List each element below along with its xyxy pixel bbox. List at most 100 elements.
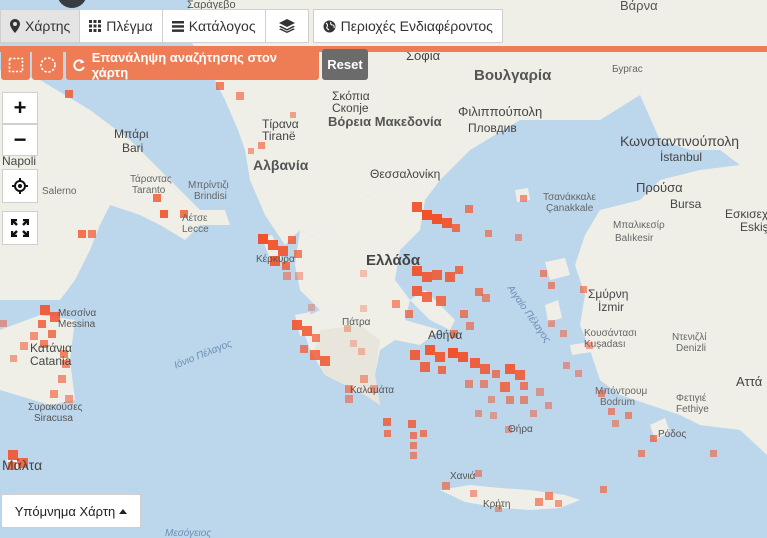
occurrence-cell[interactable]	[455, 266, 463, 274]
occurrence-cell[interactable]	[405, 310, 413, 318]
tab-list[interactable]: Κατάλογος	[161, 9, 266, 43]
occurrence-cell[interactable]	[535, 498, 543, 506]
occurrence-cell[interactable]	[520, 195, 527, 202]
occurrence-cell[interactable]	[78, 230, 86, 238]
occurrence-cell[interactable]	[308, 304, 315, 311]
occurrence-cell[interactable]	[458, 352, 468, 362]
occurrence-cell[interactable]	[360, 375, 368, 383]
occurrence-cell[interactable]	[470, 490, 477, 497]
occurrence-cell[interactable]	[420, 430, 427, 437]
occurrence-cell[interactable]	[515, 370, 525, 380]
occurrence-cell[interactable]	[515, 234, 522, 241]
occurrence-cell[interactable]	[65, 90, 73, 98]
occurrence-cell[interactable]	[448, 348, 458, 358]
occurrence-cell[interactable]	[422, 210, 432, 220]
occurrence-cell[interactable]	[475, 288, 483, 296]
occurrence-cell[interactable]	[545, 402, 552, 409]
occurrence-cell[interactable]	[638, 450, 645, 457]
occurrence-cell[interactable]	[422, 272, 432, 282]
occurrence-cell[interactable]	[442, 482, 450, 490]
occurrence-cell[interactable]	[48, 330, 56, 338]
occurrence-cell[interactable]	[422, 292, 432, 302]
occurrence-cell[interactable]	[490, 412, 497, 419]
occurrence-cell[interactable]	[350, 340, 357, 347]
occurrence-cell[interactable]	[392, 300, 400, 308]
occurrence-cell[interactable]	[412, 202, 422, 212]
occurrence-cell[interactable]	[358, 348, 365, 355]
map-legend-button[interactable]: Υπόμνημα Χάρτη	[1, 494, 141, 528]
occurrence-cell[interactable]	[383, 418, 391, 426]
occurrence-cell[interactable]	[548, 282, 555, 289]
occurrence-cell[interactable]	[20, 342, 28, 350]
tab-grid[interactable]: Πλέγμα	[79, 9, 163, 43]
occurrence-cell[interactable]	[384, 430, 391, 437]
occurrence-cell[interactable]	[442, 218, 452, 228]
occurrence-cell[interactable]	[500, 382, 510, 392]
occurrence-cell[interactable]	[560, 330, 567, 337]
occurrence-cell[interactable]	[445, 272, 455, 282]
occurrence-cell[interactable]	[408, 420, 416, 428]
occurrence-cell[interactable]	[410, 442, 417, 449]
occurrence-cell[interactable]	[612, 420, 619, 427]
occurrence-cell[interactable]	[38, 320, 46, 328]
rectangle-select-button[interactable]	[1, 49, 30, 80]
occurrence-cell[interactable]	[575, 370, 582, 377]
zoom-out-button[interactable]: −	[2, 124, 38, 156]
occurrence-cell[interactable]	[608, 408, 615, 415]
occurrence-cell[interactable]	[482, 294, 490, 302]
occurrence-cell[interactable]	[480, 364, 490, 374]
occurrence-cell[interactable]	[360, 270, 367, 277]
occurrence-cell[interactable]	[520, 382, 528, 390]
zoom-in-button[interactable]: +	[2, 92, 38, 124]
occurrence-cell[interactable]	[40, 305, 50, 315]
occurrence-cell[interactable]	[438, 366, 446, 374]
occurrence-cell[interactable]	[540, 270, 547, 277]
occurrence-cell[interactable]	[345, 395, 353, 403]
occurrence-cell[interactable]	[536, 388, 544, 396]
repeat-search-button[interactable]: Επανάληψη αναζήτησης στον χάρτη	[66, 49, 319, 80]
occurrence-cell[interactable]	[432, 214, 442, 224]
occurrence-cell[interactable]	[292, 320, 302, 330]
occurrence-cell[interactable]	[425, 345, 435, 355]
locate-button[interactable]	[2, 169, 38, 203]
occurrence-cell[interactable]	[410, 452, 417, 459]
occurrence-cell[interactable]	[10, 355, 17, 362]
occurrence-cell[interactable]	[310, 350, 320, 360]
occurrence-cell[interactable]	[312, 334, 320, 342]
occurrence-cell[interactable]	[216, 82, 224, 90]
occurrence-cell[interactable]	[545, 492, 553, 500]
occurrence-cell[interactable]	[160, 210, 168, 218]
occurrence-cell[interactable]	[470, 358, 480, 368]
occurrence-cell[interactable]	[435, 352, 445, 362]
occurrence-cell[interactable]	[320, 356, 330, 366]
occurrence-cell[interactable]	[460, 310, 468, 318]
tab-regions-of-interest[interactable]: Περιοχές Ενδιαφέροντος	[312, 9, 503, 43]
map-canvas[interactable]: Ιόνιο Πέλαγος Αιγαίο Πέλαγος Μεσόγειος Ε…	[0, 0, 767, 538]
occurrence-cell[interactable]	[488, 396, 495, 403]
occurrence-cell[interactable]	[600, 486, 607, 493]
occurrence-cell[interactable]	[625, 412, 632, 419]
occurrence-cell[interactable]	[466, 322, 474, 330]
occurrence-cell[interactable]	[268, 240, 278, 250]
occurrence-cell[interactable]	[258, 142, 265, 149]
occurrence-cell[interactable]	[248, 148, 254, 154]
occurrence-cell[interactable]	[30, 332, 38, 340]
occurrence-cell[interactable]	[580, 286, 587, 293]
occurrence-cell[interactable]	[432, 270, 442, 280]
occurrence-cell[interactable]	[295, 272, 303, 280]
occurrence-cell[interactable]	[563, 362, 570, 369]
occurrence-cell[interactable]	[88, 230, 96, 238]
circle-select-button[interactable]	[32, 49, 63, 80]
occurrence-cell[interactable]	[520, 396, 528, 404]
occurrence-cell[interactable]	[506, 396, 514, 404]
occurrence-cell[interactable]	[0, 320, 7, 327]
occurrence-cell[interactable]	[294, 250, 302, 258]
occurrence-cell[interactable]	[360, 305, 367, 312]
occurrence-cell[interactable]	[485, 230, 492, 237]
occurrence-cell[interactable]	[548, 320, 555, 327]
fullscreen-button[interactable]	[2, 211, 38, 245]
occurrence-cell[interactable]	[302, 326, 312, 336]
tab-map[interactable]: Χάρτης	[0, 9, 81, 43]
reset-button[interactable]: Reset	[322, 49, 368, 80]
occurrence-cell[interactable]	[412, 286, 422, 296]
